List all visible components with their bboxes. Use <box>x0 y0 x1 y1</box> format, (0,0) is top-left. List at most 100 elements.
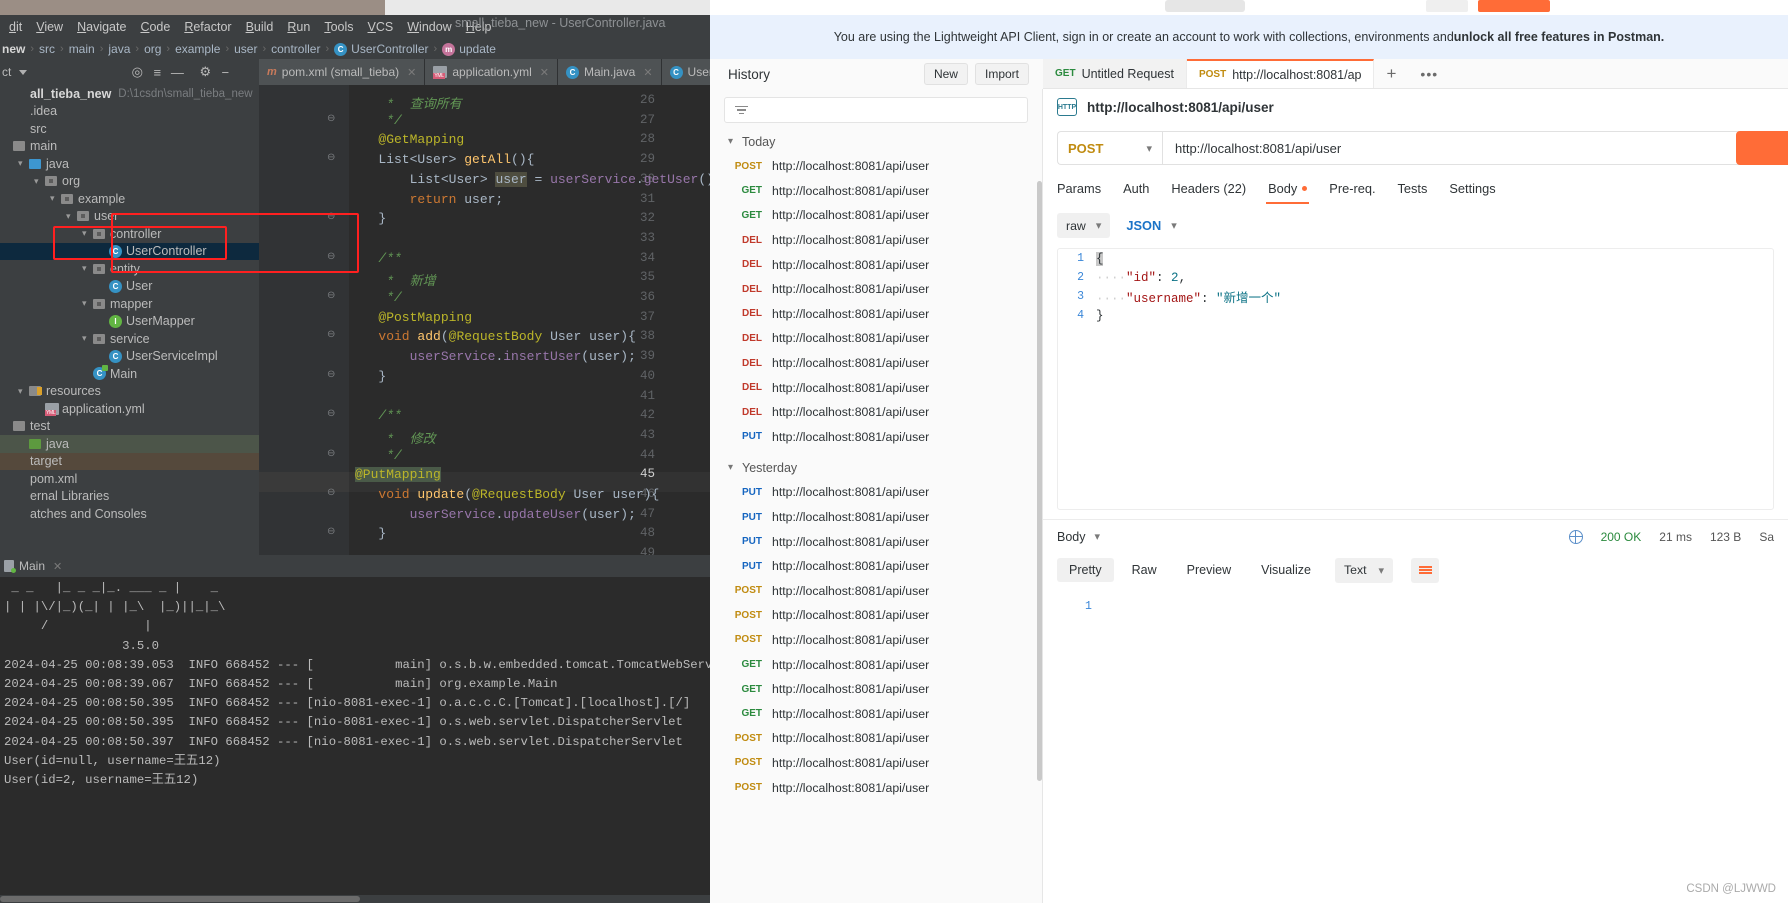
breadcrumb-item-user[interactable]: user <box>234 42 257 56</box>
env-selector-peek[interactable] <box>1165 0 1245 12</box>
tree-node-user[interactable]: ▾ user <box>0 208 259 226</box>
chevron-down-icon[interactable]: ▾ <box>18 158 29 169</box>
tree-node-usermapper[interactable]: I UserMapper <box>0 313 259 331</box>
breadcrumb-item-new[interactable]: new <box>2 42 25 56</box>
close-icon[interactable]: ✕ <box>407 66 416 79</box>
menu-item-view[interactable]: View <box>29 20 70 34</box>
tree-node-usercontroller[interactable]: C UserController <box>0 242 259 260</box>
code-fold-icon[interactable]: ⊖ <box>327 152 335 164</box>
chevron-down-icon[interactable]: ▾ <box>82 263 93 274</box>
breadcrumb-item-update[interactable]: m update <box>442 42 496 57</box>
locate-icon[interactable]: ◎ <box>127 62 147 82</box>
history-item[interactable]: POST http://localhost:8081/api/user <box>710 628 1042 653</box>
tree-node-user[interactable]: C User <box>0 278 259 296</box>
collapse-all-icon[interactable]: ― <box>167 62 187 82</box>
breadcrumb-item-controller[interactable]: controller <box>271 42 320 56</box>
history-item[interactable]: GET http://localhost:8081/api/user <box>710 179 1042 204</box>
request-tab-tests[interactable]: Tests <box>1387 175 1439 201</box>
response-tab-preview[interactable]: Preview <box>1175 558 1243 582</box>
send-button[interactable] <box>1736 131 1788 165</box>
request-tab-headers--22-[interactable]: Headers (22) <box>1160 175 1257 201</box>
response-tab-raw[interactable]: Raw <box>1120 558 1169 582</box>
expand-all-icon[interactable]: ≡ <box>147 62 167 82</box>
menu-item-window[interactable]: Window <box>400 20 458 34</box>
tree-node-application-yml[interactable]: application.yml <box>0 400 259 418</box>
tree-node-service[interactable]: ▾ service <box>0 330 259 348</box>
save-response-button[interactable]: Sa <box>1759 530 1774 544</box>
history-group-today[interactable]: ▾ Today <box>710 129 1042 154</box>
response-tab-visualize[interactable]: Visualize <box>1249 558 1323 582</box>
history-item[interactable]: DEL http://localhost:8081/api/user <box>710 375 1042 400</box>
history-item[interactable]: DEL http://localhost:8081/api/user <box>710 252 1042 277</box>
history-group-yesterday[interactable]: ▾ Yesterday <box>710 455 1042 480</box>
history-item[interactable]: GET http://localhost:8081/api/user <box>710 701 1042 726</box>
tree-node-main[interactable]: C Main <box>0 365 259 383</box>
request-name[interactable]: http://localhost:8081/api/user <box>1087 100 1274 115</box>
console-horizontal-scrollbar[interactable] <box>0 895 710 903</box>
editor-tab-application[interactable]: application.yml ✕ <box>425 59 558 85</box>
code-editor[interactable]: 26 * 查询所有 27 ⊖ */ 28 @GetMapping 29 ⊖ List<Us… <box>259 85 710 555</box>
close-icon[interactable]: ✕ <box>53 560 62 573</box>
editor-tab-user[interactable]: CUser✕ <box>661 59 710 85</box>
history-item[interactable]: DEL http://localhost:8081/api/user <box>710 302 1042 327</box>
history-item[interactable]: PUT http://localhost:8081/api/user <box>710 425 1042 450</box>
postman-tab-get[interactable]: GET Untitled Request <box>1043 59 1187 88</box>
history-item[interactable]: DEL http://localhost:8081/api/user <box>710 277 1042 302</box>
gear-icon[interactable]: ⚙ <box>195 62 215 82</box>
breadcrumb-item-usercontroller[interactable]: C UserController <box>334 42 429 57</box>
editor-tab-main[interactable]: C Main.java ✕ <box>557 59 662 85</box>
history-item[interactable]: POST http://localhost:8081/api/user <box>710 579 1042 604</box>
banner-cta-link[interactable]: unlock all free features in Postman. <box>1454 30 1664 44</box>
request-body-editor[interactable]: 1{2 ····"id": 2, 3 ····"username": "新增一个" 4} <box>1057 248 1774 510</box>
tree-node-atches-and-consoles[interactable]: atches and Consoles <box>0 505 259 523</box>
breadcrumb-item-example[interactable]: example <box>175 42 220 56</box>
tab-overflow-menu-icon[interactable]: ••• <box>1408 59 1450 88</box>
code-fold-icon[interactable]: ⊖ <box>327 251 335 263</box>
tree-node-controller[interactable]: ▾ controller <box>0 225 259 243</box>
chevron-down-icon[interactable]: ▾ <box>66 211 77 222</box>
response-format-select[interactable]: Text ▾ <box>1334 557 1394 583</box>
body-mode-select[interactable]: raw ▾ <box>1057 213 1111 238</box>
history-item[interactable]: PUT http://localhost:8081/api/user <box>710 554 1042 579</box>
tree-node-mapper[interactable]: ▾ mapper <box>0 295 259 313</box>
hide-icon[interactable]: − <box>215 62 235 82</box>
history-item[interactable]: GET http://localhost:8081/api/user <box>710 652 1042 677</box>
history-item[interactable]: PUT http://localhost:8081/api/user <box>710 505 1042 530</box>
breadcrumb-item-src[interactable]: src <box>39 42 55 56</box>
breadcrumb-item-org[interactable]: org <box>144 42 161 56</box>
tree-node-all-tieba-new[interactable]: all_tieba_new D:\1csdn\small_tieba_new <box>0 85 259 103</box>
request-tab-params[interactable]: Params <box>1057 175 1112 201</box>
request-tab-pre-req-[interactable]: Pre-req. <box>1318 175 1386 201</box>
history-item[interactable]: GET http://localhost:8081/api/user <box>710 677 1042 702</box>
tree-node-java[interactable]: ▾ java <box>0 155 259 173</box>
code-fold-icon[interactable]: ⊖ <box>327 113 335 125</box>
chevron-down-icon[interactable]: ▾ <box>82 333 93 344</box>
menu-item-refactor[interactable]: Refactor <box>177 20 238 34</box>
response-body-select[interactable]: Body ▾ <box>1057 530 1100 544</box>
chevron-down-icon[interactable] <box>19 69 28 75</box>
tree-node-ernal-libraries[interactable]: ernal Libraries <box>0 488 259 506</box>
chevron-down-icon[interactable]: ▾ <box>728 462 733 473</box>
import-button[interactable]: Import <box>974 63 1029 85</box>
create-account-button-peek[interactable] <box>1478 0 1550 12</box>
editor-tab-pom[interactable]: m pom.xml (small_tieba) ✕ <box>259 59 426 85</box>
postman-tab-post[interactable]: POST http://localhost:8081/ap <box>1186 59 1375 88</box>
wrap-lines-button[interactable] <box>1411 557 1440 583</box>
code-fold-icon[interactable]: ⊖ <box>327 526 335 538</box>
tree-node-test[interactable]: test <box>0 418 259 436</box>
history-item[interactable]: POST http://localhost:8081/api/user <box>710 154 1042 179</box>
chevron-down-icon[interactable]: ▾ <box>50 193 61 204</box>
tree-node-userserviceimpl[interactable]: C UserServiceImpl <box>0 348 259 366</box>
new-tab-plus-icon[interactable]: + <box>1374 59 1408 88</box>
console-tab-label[interactable]: Main <box>19 559 45 573</box>
sidebar-scrollbar[interactable] <box>1037 181 1042 781</box>
history-item[interactable]: POST http://localhost:8081/api/user <box>710 775 1042 800</box>
tree-node-resources[interactable]: ▾ resources <box>0 383 259 401</box>
project-tool-label[interactable]: ct <box>0 65 11 79</box>
close-icon[interactable]: ✕ <box>540 66 549 79</box>
breadcrumb-item-java[interactable]: java <box>108 42 130 56</box>
menu-item-tools[interactable]: Tools <box>317 20 360 34</box>
tree-node-example[interactable]: ▾ example <box>0 190 259 208</box>
response-tab-pretty[interactable]: Pretty <box>1057 558 1114 582</box>
history-item[interactable]: DEL http://localhost:8081/api/user <box>710 326 1042 351</box>
